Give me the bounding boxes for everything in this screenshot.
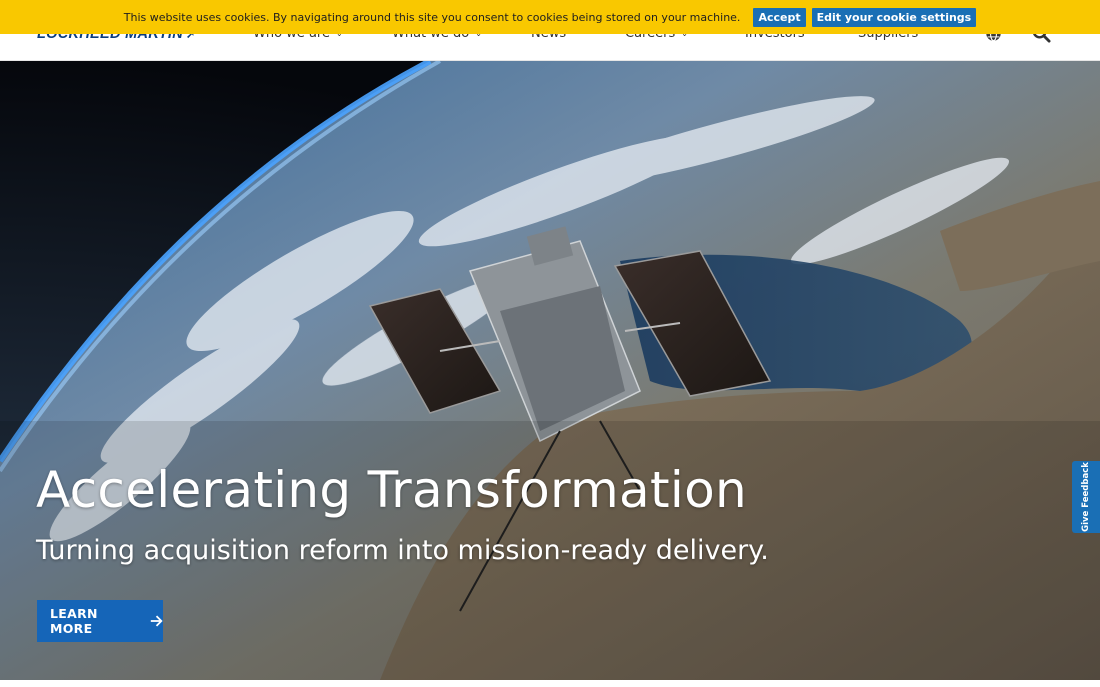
- arrow-right-icon: [150, 615, 163, 627]
- page-bottom-strip: [0, 680, 1100, 687]
- cookie-message: This website uses cookies. By navigating…: [123, 10, 741, 24]
- accept-cookies-button[interactable]: Accept: [753, 7, 806, 27]
- hero-banner: Accelerating Transformation Turning acqu…: [0, 61, 1100, 680]
- feedback-label: Give Feedback: [1081, 462, 1091, 532]
- give-feedback-tab[interactable]: Give Feedback: [1072, 461, 1100, 533]
- hero-title: Accelerating Transformation: [36, 461, 747, 519]
- cookie-banner: This website uses cookies. By navigating…: [0, 0, 1100, 34]
- satellite-earth-image: [0, 61, 1100, 680]
- learn-more-button[interactable]: LEARN MORE: [37, 600, 163, 642]
- cookie-settings-button[interactable]: Edit your cookie settings: [811, 7, 977, 27]
- hero-subtitle: Turning acquisition reform into mission-…: [36, 535, 769, 566]
- learn-more-label: LEARN MORE: [50, 606, 98, 636]
